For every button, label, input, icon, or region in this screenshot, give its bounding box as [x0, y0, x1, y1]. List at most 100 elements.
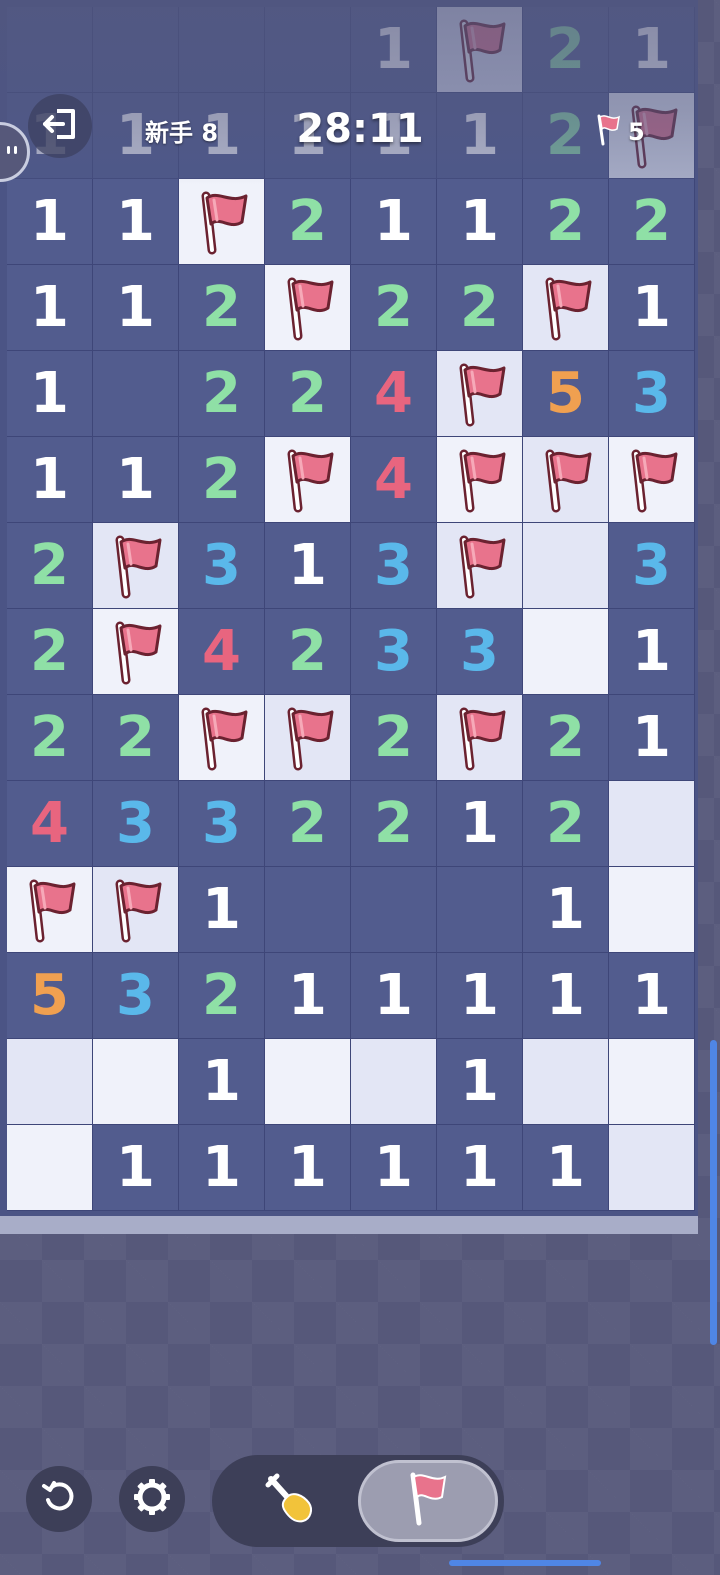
board-cell[interactable]: 2	[179, 437, 265, 523]
board-cell[interactable]: 1	[523, 867, 609, 953]
empty-cell[interactable]	[265, 867, 351, 953]
board-cell[interactable]: 2	[265, 351, 351, 437]
empty-cell[interactable]	[93, 351, 179, 437]
board-cell[interactable]: 1	[7, 265, 93, 351]
board-cell[interactable]: 1	[609, 265, 695, 351]
unrevealed-cell[interactable]	[7, 1125, 93, 1211]
board-cell[interactable]: 2	[523, 695, 609, 781]
scrollbar[interactable]	[710, 1040, 717, 1345]
unrevealed-cell[interactable]	[523, 609, 609, 695]
board-cell[interactable]: 3	[609, 351, 695, 437]
board-cell[interactable]: 1	[179, 1039, 265, 1125]
board-cell[interactable]: 1	[609, 609, 695, 695]
board-cell[interactable]: 2	[523, 179, 609, 265]
board-cell[interactable]: 1	[7, 351, 93, 437]
board-cell[interactable]: 2	[523, 7, 609, 93]
empty-cell[interactable]	[179, 7, 265, 93]
board-cell[interactable]: 1	[93, 265, 179, 351]
empty-cell[interactable]	[265, 7, 351, 93]
empty-cell[interactable]	[93, 7, 179, 93]
board-cell[interactable]: 2	[265, 609, 351, 695]
flagged-cell[interactable]	[179, 695, 265, 781]
flagged-cell[interactable]	[523, 265, 609, 351]
empty-cell[interactable]	[351, 867, 437, 953]
flagged-cell[interactable]	[93, 609, 179, 695]
board-cell[interactable]: 1	[437, 781, 523, 867]
flagged-cell[interactable]	[437, 351, 523, 437]
flagged-cell[interactable]	[265, 265, 351, 351]
flag-mode-button[interactable]	[358, 1460, 498, 1542]
flagged-cell[interactable]	[609, 437, 695, 523]
board-cell[interactable]: 5	[523, 351, 609, 437]
mode-toggle[interactable]	[212, 1455, 504, 1547]
board-cell[interactable]: 2	[179, 351, 265, 437]
flagged-cell[interactable]	[437, 695, 523, 781]
board-cell[interactable]: 3	[351, 523, 437, 609]
board-cell[interactable]: 1	[437, 1125, 523, 1211]
board-cell[interactable]: 1	[351, 1125, 437, 1211]
board-cell[interactable]: 5	[7, 953, 93, 1039]
minesweeper-board[interactable]: 1211111112112112211222112245311242313324…	[0, 0, 698, 1216]
restart-button[interactable]	[26, 1466, 92, 1532]
board-cell[interactable]: 1	[93, 437, 179, 523]
board-cell[interactable]: 4	[7, 781, 93, 867]
unrevealed-cell[interactable]	[523, 1039, 609, 1125]
board-cell[interactable]: 1	[437, 953, 523, 1039]
board-cell[interactable]: 2	[351, 265, 437, 351]
board-cell[interactable]: 1	[609, 7, 695, 93]
unrevealed-cell[interactable]	[7, 1039, 93, 1125]
board-cell[interactable]: 1	[523, 953, 609, 1039]
board-cell[interactable]: 2	[7, 695, 93, 781]
board-cell[interactable]: 3	[179, 781, 265, 867]
flagged-cell[interactable]	[93, 867, 179, 953]
board-cell[interactable]: 1	[265, 1125, 351, 1211]
exit-button[interactable]	[28, 94, 92, 158]
board-cell[interactable]: 1	[351, 7, 437, 93]
board-cell[interactable]: 1	[609, 695, 695, 781]
flagged-cell[interactable]	[179, 179, 265, 265]
board-cell[interactable]: 2	[179, 265, 265, 351]
board-cell[interactable]: 1	[351, 953, 437, 1039]
board-cell[interactable]: 1	[351, 179, 437, 265]
flagged-cell[interactable]	[265, 695, 351, 781]
unrevealed-cell[interactable]	[609, 1125, 695, 1211]
unrevealed-cell[interactable]	[351, 1039, 437, 1125]
board-cell[interactable]: 1	[523, 1125, 609, 1211]
board-cell[interactable]: 1	[265, 953, 351, 1039]
flagged-cell[interactable]	[437, 437, 523, 523]
unrevealed-cell[interactable]	[93, 1039, 179, 1125]
board-cell[interactable]: 2	[523, 781, 609, 867]
board-cell[interactable]: 3	[437, 609, 523, 695]
dig-mode-button[interactable]	[226, 1465, 356, 1537]
board-cell[interactable]: 1	[437, 1039, 523, 1125]
board-cell[interactable]: 2	[7, 609, 93, 695]
settings-button[interactable]	[119, 1466, 185, 1532]
board-cell[interactable]: 1	[93, 179, 179, 265]
board-cell[interactable]: 2	[265, 179, 351, 265]
flagged-cell[interactable]	[265, 437, 351, 523]
board-cell[interactable]: 1	[609, 953, 695, 1039]
board-cell[interactable]: 3	[609, 523, 695, 609]
unrevealed-cell[interactable]	[609, 781, 695, 867]
board-cell[interactable]: 1	[437, 93, 523, 179]
unrevealed-cell[interactable]	[609, 867, 695, 953]
board-cell[interactable]: 4	[351, 437, 437, 523]
board-cell[interactable]: 3	[351, 609, 437, 695]
board-cell[interactable]: 3	[93, 953, 179, 1039]
board-cell[interactable]: 1	[7, 179, 93, 265]
board-cell[interactable]: 2	[179, 953, 265, 1039]
board-cell[interactable]: 3	[93, 781, 179, 867]
board-cell[interactable]: 2	[609, 179, 695, 265]
board-cell[interactable]: 1	[93, 1125, 179, 1211]
flagged-cell[interactable]	[523, 437, 609, 523]
board-cell[interactable]: 1	[437, 179, 523, 265]
board-cell[interactable]: 1	[265, 523, 351, 609]
unrevealed-cell[interactable]	[609, 1039, 695, 1125]
board-cell[interactable]: 2	[351, 781, 437, 867]
flagged-cell[interactable]	[437, 523, 523, 609]
board-cell[interactable]: 1	[7, 437, 93, 523]
flagged-cell[interactable]	[437, 7, 523, 93]
empty-cell[interactable]	[7, 7, 93, 93]
board-cell[interactable]: 1	[179, 867, 265, 953]
flagged-cell[interactable]	[7, 867, 93, 953]
